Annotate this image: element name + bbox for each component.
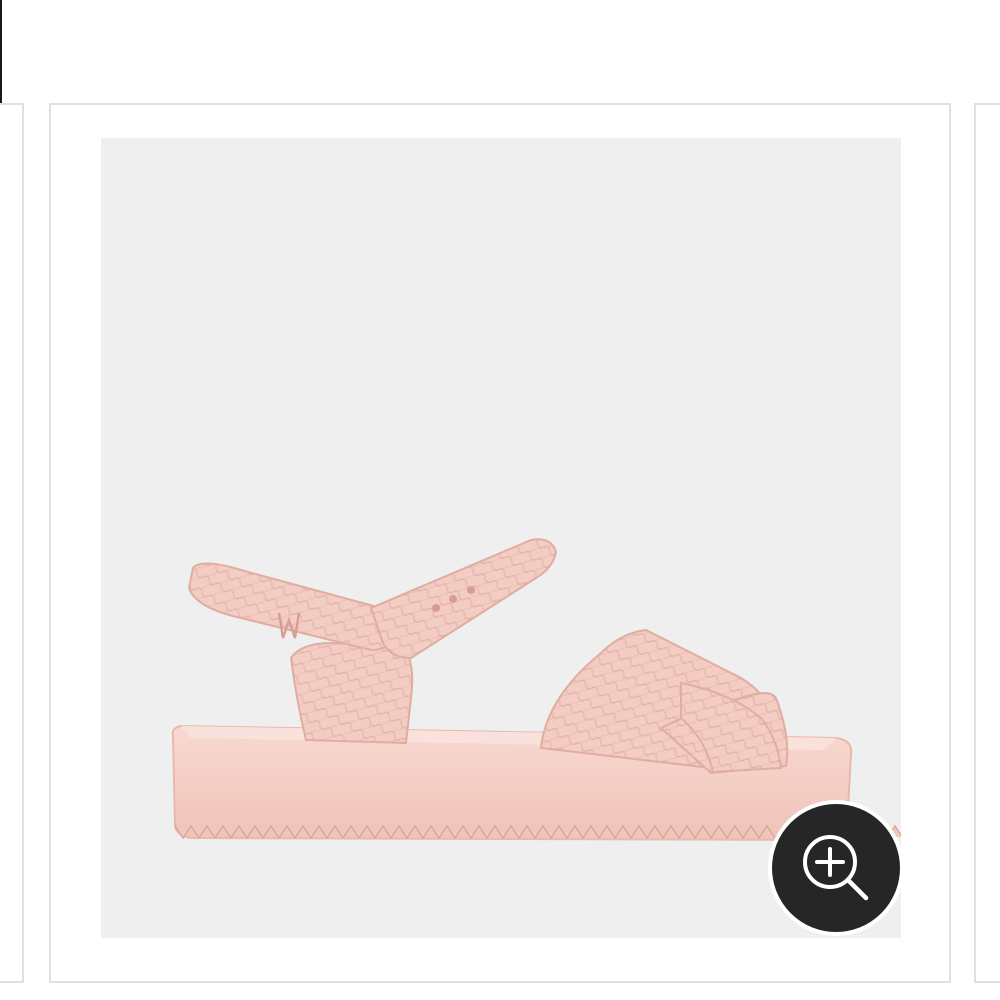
next-gallery-slide[interactable]: [974, 103, 1000, 983]
previous-gallery-slide[interactable]: [0, 103, 24, 983]
zoom-button[interactable]: [768, 800, 904, 936]
zoom-in-icon: [803, 835, 869, 901]
product-gallery: [0, 0, 1000, 1000]
page-edge-divider: [0, 0, 2, 103]
